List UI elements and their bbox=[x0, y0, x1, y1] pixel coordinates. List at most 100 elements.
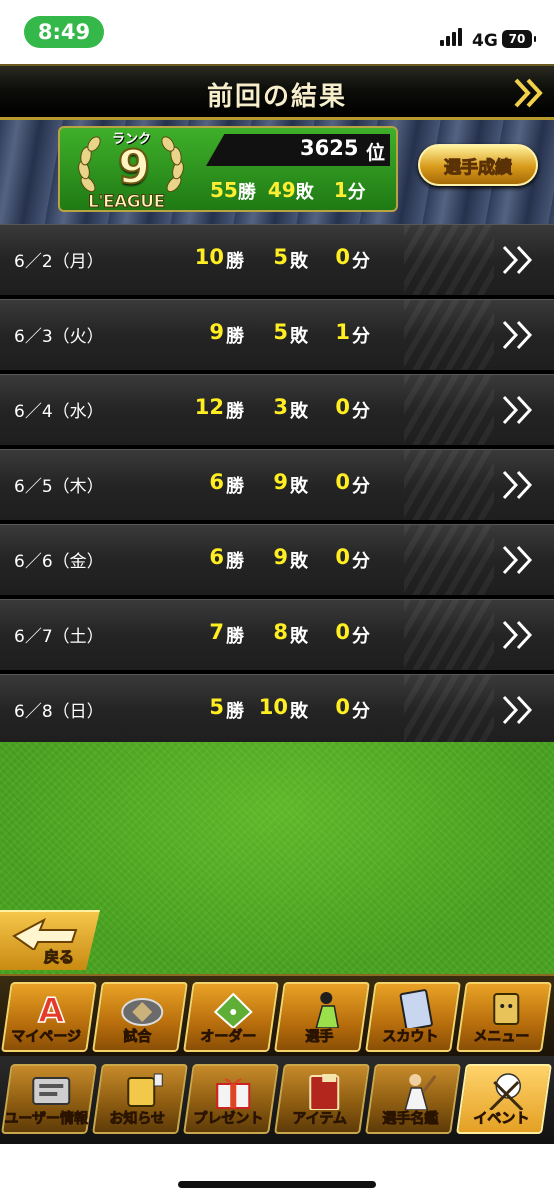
season-losses-unit: 敗 bbox=[295, 182, 314, 203]
nav-label: 選手名鑑 bbox=[382, 1111, 439, 1128]
result-row[interactable]: 6／6（金） 6 勝 9 敗 0 分 bbox=[0, 524, 554, 595]
nav-button-user-info[interactable]: ユーザー情報 bbox=[1, 1064, 97, 1134]
row-chevron-icon[interactable] bbox=[500, 618, 536, 652]
back-arrow-icon bbox=[12, 917, 78, 950]
nav-label: スカウト bbox=[382, 1029, 439, 1046]
row-draws-unit: 分 bbox=[352, 551, 370, 572]
row-chevron-icon[interactable] bbox=[500, 318, 536, 352]
row-losses-unit: 敗 bbox=[290, 401, 308, 422]
row-date: 6／4（水） bbox=[14, 402, 104, 422]
nav-button-stadium[interactable]: 試合 bbox=[92, 982, 188, 1052]
forward-chevron-icon[interactable] bbox=[512, 76, 546, 110]
diamond-field-icon bbox=[213, 992, 253, 1028]
row-chevron-icon[interactable] bbox=[500, 693, 536, 727]
player-stats-label: 選手成績 bbox=[444, 157, 513, 178]
row-date: 6／2（月） bbox=[14, 252, 104, 272]
ranking-position: 3625 bbox=[300, 136, 359, 160]
nav-button-pitcher[interactable]: 選手 bbox=[274, 982, 370, 1052]
row-losses: 5 bbox=[273, 320, 288, 344]
row-wins: 6 bbox=[209, 470, 224, 494]
row-draws-unit: 分 bbox=[352, 626, 370, 647]
row-losses-unit: 敗 bbox=[290, 326, 308, 347]
row-losses-unit: 敗 bbox=[290, 251, 308, 272]
nav-button-menu-robot[interactable]: メニュー bbox=[456, 982, 552, 1052]
season-summary: ランク 9 L'EAGUE 3625 位 55 勝 49 敗 1 分 選手成績 bbox=[0, 120, 554, 224]
row-losses-unit: 敗 bbox=[290, 476, 308, 497]
row-chevron-icon[interactable] bbox=[500, 393, 536, 427]
row-chevron-icon[interactable] bbox=[500, 243, 536, 277]
row-losses: 10 bbox=[258, 695, 288, 719]
nav-label: 選手 bbox=[305, 1029, 334, 1046]
result-row[interactable]: 6／4（水） 12 勝 3 敗 0 分 bbox=[0, 374, 554, 445]
home-indicator[interactable] bbox=[178, 1181, 376, 1188]
nav-button-card[interactable]: スカウト bbox=[365, 982, 461, 1052]
row-losses: 5 bbox=[273, 245, 288, 269]
back-button-label: 戻る bbox=[43, 948, 75, 967]
row-losses: 8 bbox=[273, 620, 288, 644]
row-chevron-icon[interactable] bbox=[500, 543, 536, 577]
row-wins-unit: 勝 bbox=[226, 626, 244, 647]
season-record: 55 勝 49 敗 1 分 bbox=[210, 178, 378, 204]
item-book-icon bbox=[309, 1074, 340, 1110]
row-date: 6／7（土） bbox=[14, 627, 104, 647]
result-row[interactable]: 6／3（火） 9 勝 5 敗 1 分 bbox=[0, 299, 554, 370]
back-button[interactable]: 戻る bbox=[0, 910, 100, 970]
player-stats-button[interactable]: 選手成績 bbox=[418, 144, 538, 186]
nav-button-a-logo[interactable]: A マイページ bbox=[1, 982, 97, 1052]
row-wins-unit: 勝 bbox=[226, 251, 244, 272]
home-indicator-area bbox=[0, 1144, 554, 1200]
nav-button-batter[interactable]: 選手名鑑 bbox=[365, 1064, 461, 1134]
row-losses: 3 bbox=[273, 395, 288, 419]
gift-icon bbox=[216, 1078, 251, 1109]
nav-button-gift[interactable]: プレゼント bbox=[183, 1064, 279, 1134]
secondary-nav: ユーザー情報 お知らせ プレゼント アイテム 選手名鑑 イベント bbox=[0, 1056, 554, 1144]
row-date: 6／6（金） bbox=[14, 552, 104, 572]
notice-icon bbox=[127, 1073, 163, 1107]
row-date: 6／3（火） bbox=[14, 327, 104, 347]
nav-label: メニュー bbox=[473, 1029, 530, 1046]
nav-button-baseball[interactable]: イベント bbox=[456, 1064, 552, 1134]
row-wins-unit: 勝 bbox=[226, 326, 244, 347]
nav-label: マイページ bbox=[11, 1029, 82, 1046]
ranking-position-unit: 位 bbox=[366, 142, 386, 164]
row-draws: 0 bbox=[335, 245, 350, 269]
nav-label: イベント bbox=[473, 1111, 530, 1128]
rank-panel: ランク 9 L'EAGUE 3625 位 55 勝 49 敗 1 分 bbox=[58, 126, 398, 213]
stadium-icon bbox=[121, 998, 164, 1026]
result-row[interactable]: 6／5（木） 6 勝 9 敗 0 分 bbox=[0, 449, 554, 520]
row-wins-unit: 勝 bbox=[226, 476, 244, 497]
result-row[interactable]: 6／8（日） 5 勝 10 敗 0 分 bbox=[0, 674, 554, 745]
baseball-icon bbox=[489, 1073, 524, 1110]
season-wins: 55 bbox=[210, 178, 238, 202]
pitcher-icon bbox=[315, 992, 340, 1028]
row-date: 6／5（木） bbox=[14, 477, 104, 497]
row-losses: 9 bbox=[273, 470, 288, 494]
league-label: L'EAGUE bbox=[88, 192, 166, 213]
row-draws-unit: 分 bbox=[352, 476, 370, 497]
nav-label: アイテム bbox=[292, 1111, 347, 1128]
result-row[interactable]: 6／7（土） 7 勝 8 敗 0 分 bbox=[0, 599, 554, 670]
nav-button-diamond-field[interactable]: オーダー bbox=[183, 982, 279, 1052]
result-row[interactable]: 6／2（月） 10 勝 5 敗 0 分 bbox=[0, 224, 554, 295]
season-wins-unit: 勝 bbox=[237, 182, 256, 203]
row-draws: 1 bbox=[335, 320, 350, 344]
network-label: 4G bbox=[472, 31, 498, 51]
status-time: 8:49 bbox=[24, 16, 104, 48]
nav-button-item-book[interactable]: アイテム bbox=[274, 1064, 370, 1134]
svg-text:A: A bbox=[38, 991, 65, 1028]
page-title: 前回の結果 bbox=[206, 82, 347, 112]
primary-nav: A マイページ 試合 オーダー 選手 スカウト メニュー bbox=[0, 974, 554, 1058]
row-wins-unit: 勝 bbox=[226, 701, 244, 722]
row-draws-unit: 分 bbox=[352, 701, 370, 722]
row-date: 6／8（日） bbox=[14, 702, 104, 722]
nav-label: 試合 bbox=[123, 1029, 152, 1046]
row-wins: 9 bbox=[209, 320, 224, 344]
status-bar: 8:49 4G 70 bbox=[0, 0, 554, 64]
season-draws-unit: 分 bbox=[347, 182, 366, 203]
row-wins-unit: 勝 bbox=[226, 551, 244, 572]
row-draws: 0 bbox=[335, 620, 350, 644]
card-icon bbox=[399, 989, 433, 1028]
rank-number: 9 bbox=[117, 139, 151, 195]
nav-button-notice[interactable]: お知らせ bbox=[92, 1064, 188, 1134]
row-chevron-icon[interactable] bbox=[500, 468, 536, 502]
